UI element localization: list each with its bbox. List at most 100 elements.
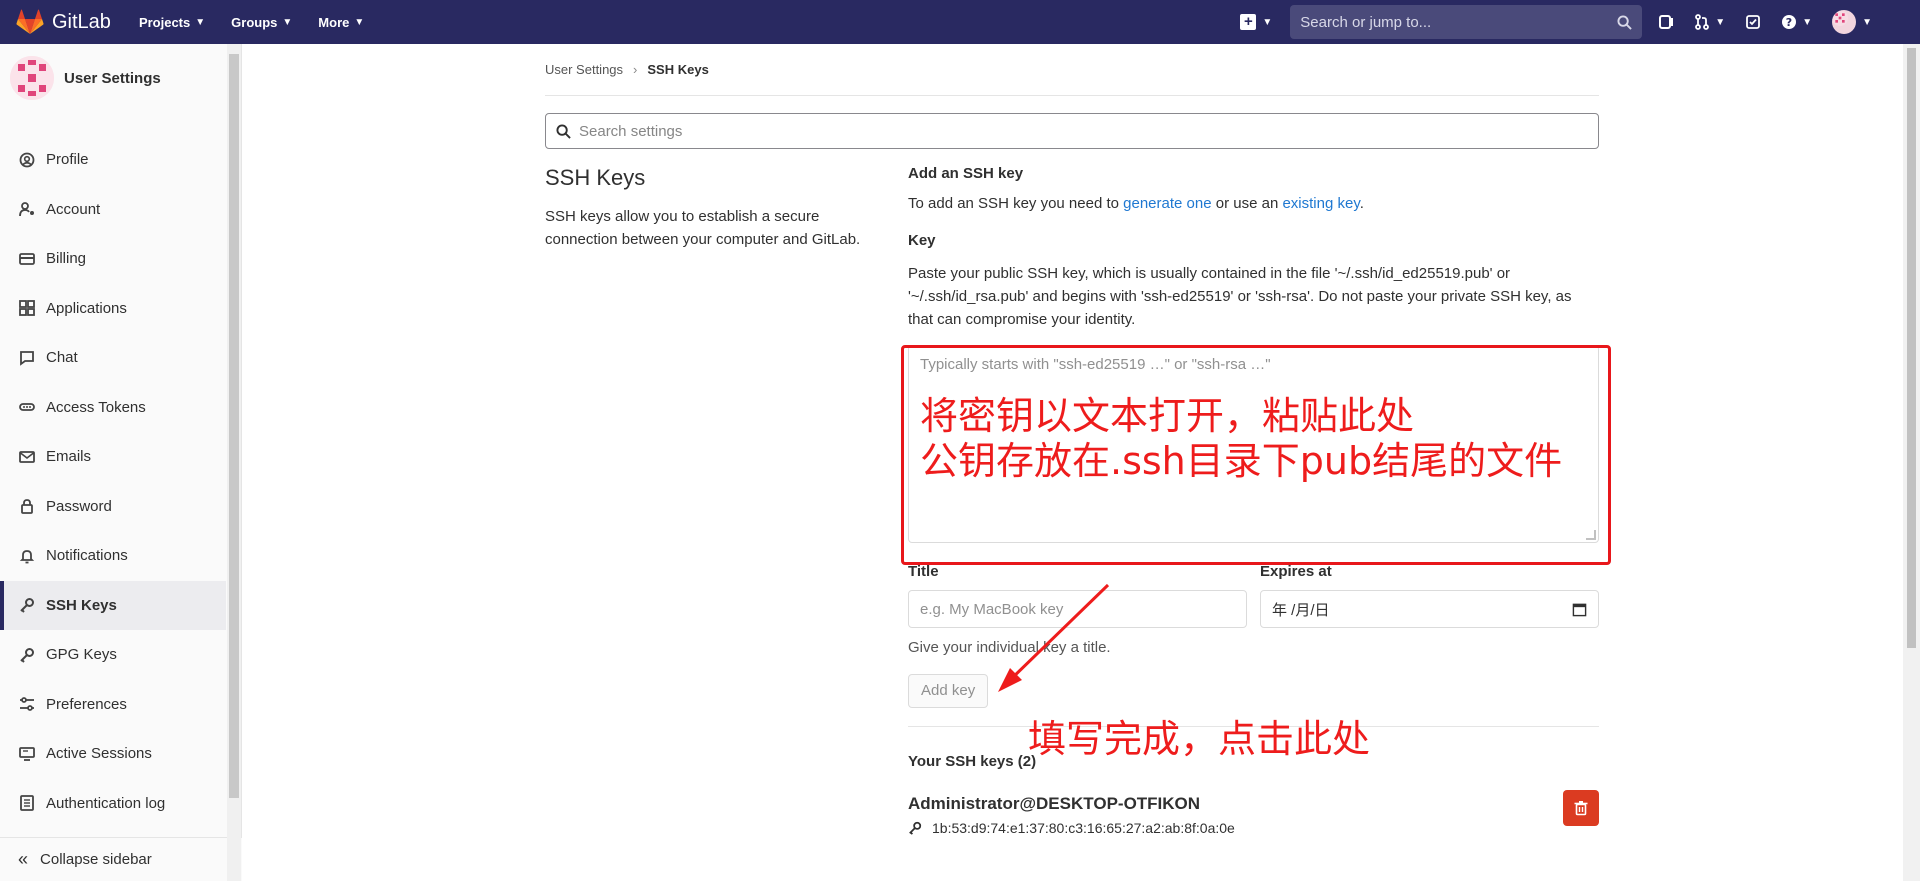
page-scrollbar[interactable] bbox=[1903, 44, 1920, 881]
delete-key-button[interactable] bbox=[1563, 790, 1599, 826]
sidebar-context-title: User Settings bbox=[64, 69, 161, 87]
calendar-icon[interactable] bbox=[1572, 602, 1587, 617]
preferences-icon bbox=[18, 695, 36, 713]
sidebar-item-active-sessions[interactable]: Active Sessions bbox=[0, 729, 226, 779]
sidebar-item-ssh-keys[interactable]: SSH Keys bbox=[0, 580, 226, 630]
add-key-text-after: . bbox=[1359, 195, 1364, 212]
new-item-dropdown[interactable]: + ▼ bbox=[1240, 7, 1272, 37]
sidebar-item-label: Notifications bbox=[46, 547, 128, 565]
svg-text:?: ? bbox=[1786, 16, 1792, 29]
global-search-input[interactable]: Search or jump to... bbox=[1290, 5, 1643, 39]
sidebar-item-applications[interactable]: Applications bbox=[0, 284, 226, 334]
existing-key-link[interactable]: existing key bbox=[1282, 195, 1359, 212]
profile-icon bbox=[18, 151, 36, 169]
chevron-down-icon: ▼ bbox=[1862, 16, 1872, 28]
ssh-key-fingerprint: 1b:53:d9:74:e1:37:80:c3:16:65:27:a2:ab:8… bbox=[932, 820, 1235, 836]
token-icon bbox=[18, 398, 36, 416]
sidebar-scrollbar[interactable] bbox=[227, 44, 241, 881]
collapse-sidebar-button[interactable]: « Collapse sidebar bbox=[0, 837, 242, 881]
sidebar-item-authentication-log[interactable]: Authentication log bbox=[0, 779, 226, 829]
nav-projects-label: Projects bbox=[138, 14, 191, 30]
key-icon bbox=[18, 646, 36, 664]
lock-icon bbox=[18, 497, 36, 515]
sidebar-item-notifications[interactable]: Notifications bbox=[0, 531, 226, 581]
chevron-down-icon: ▼ bbox=[195, 16, 206, 28]
main-content: User Settings › SSH Keys Search settings… bbox=[545, 44, 1599, 836]
page-scrollbar-thumb[interactable] bbox=[1907, 48, 1916, 648]
sidebar-nav-list: Profile Account Billing Applications Chat Acc… bbox=[0, 135, 226, 878]
breadcrumb-current[interactable]: SSH Keys bbox=[647, 62, 708, 77]
sidebar-item-label: Active Sessions bbox=[46, 745, 152, 763]
merge-requests-button[interactable]: ▼ bbox=[1694, 7, 1725, 37]
ssh-key-fingerprint-row: 1b:53:d9:74:e1:37:80:c3:16:65:27:a2:ab:8… bbox=[908, 820, 1599, 836]
sidebar-item-label: Chat bbox=[46, 349, 78, 367]
sidebar-item-label: Applications bbox=[46, 299, 127, 317]
sidebar-item-preferences[interactable]: Preferences bbox=[0, 680, 226, 730]
merge-request-icon bbox=[1695, 14, 1710, 30]
settings-search-input[interactable]: Search settings bbox=[545, 113, 1599, 149]
monitor-icon bbox=[18, 745, 36, 763]
title-input[interactable]: e.g. My MacBook key bbox=[908, 590, 1247, 628]
key-icon bbox=[18, 596, 36, 614]
gitlab-home-link[interactable]: GitLab bbox=[16, 9, 111, 35]
sidebar-item-billing[interactable]: Billing bbox=[0, 234, 226, 284]
issues-button[interactable] bbox=[1658, 7, 1674, 37]
ssh-key-row: Administrator@DESKTOP-OTFIKON 1b:53:d9:7… bbox=[908, 790, 1599, 836]
help-icon: ? bbox=[1782, 15, 1797, 29]
settings-sidebar: User Settings Profile Account Billing Appli… bbox=[0, 44, 242, 881]
nav-more-label: More bbox=[318, 14, 350, 30]
expires-date-value: 年 /月/日 bbox=[1272, 601, 1330, 619]
breadcrumb-parent[interactable]: User Settings bbox=[545, 62, 623, 77]
email-icon bbox=[18, 448, 36, 466]
generate-one-link[interactable]: generate one bbox=[1123, 195, 1211, 212]
global-search-placeholder: Search or jump to... bbox=[1300, 13, 1432, 31]
help-dropdown[interactable]: ? ▼ bbox=[1781, 7, 1812, 37]
chevron-down-icon: ▼ bbox=[282, 16, 293, 28]
sidebar-item-label: Billing bbox=[46, 250, 87, 268]
sidebar-item-label: Access Tokens bbox=[46, 398, 146, 416]
ssh-key-title[interactable]: Administrator@DESKTOP-OTFIKON bbox=[908, 794, 1599, 814]
sidebar-item-profile[interactable]: Profile bbox=[0, 135, 226, 185]
issues-icon bbox=[1659, 15, 1674, 29]
nav-groups[interactable]: Groups ▼ bbox=[231, 15, 292, 30]
key-label: Key bbox=[908, 232, 936, 249]
title-field-group: Title e.g. My MacBook key bbox=[908, 563, 1247, 628]
title-placeholder: e.g. My MacBook key bbox=[920, 600, 1064, 618]
sidebar-item-label: Account bbox=[46, 200, 101, 218]
expires-date-input[interactable]: 年 /月/日 bbox=[1260, 590, 1599, 628]
annotation-paste-instruction: 将密钥以文本打开，粘贴此处 公钥存放在.ssh目录下pub结尾的文件 bbox=[920, 394, 1562, 484]
bell-icon bbox=[18, 547, 36, 565]
add-key-button[interactable]: Add key bbox=[908, 674, 989, 708]
applications-icon bbox=[18, 299, 36, 317]
sidebar-scrollbar-thumb[interactable] bbox=[229, 54, 239, 798]
sidebar-item-chat[interactable]: Chat bbox=[0, 333, 226, 383]
expires-label: Expires at bbox=[1260, 563, 1332, 580]
sidebar-item-access-tokens[interactable]: Access Tokens bbox=[0, 383, 226, 433]
key-help-text: Paste your public SSH key, which is usua… bbox=[908, 265, 1572, 328]
chevron-down-icon: ▼ bbox=[1262, 16, 1273, 28]
sidebar-item-account[interactable]: Account bbox=[0, 185, 226, 235]
settings-search-placeholder: Search settings bbox=[579, 122, 683, 140]
sidebar-context-header[interactable]: User Settings bbox=[10, 56, 161, 100]
sidebar-item-label: Preferences bbox=[46, 695, 127, 713]
nav-more[interactable]: More ▼ bbox=[318, 15, 364, 30]
sidebar-item-label: Password bbox=[46, 497, 112, 515]
sidebar-item-emails[interactable]: Emails bbox=[0, 432, 226, 482]
log-icon bbox=[18, 794, 36, 812]
annotation-line-1: 将密钥以文本打开，粘贴此处 bbox=[920, 394, 1415, 438]
user-menu[interactable]: ▼ bbox=[1832, 7, 1872, 37]
todo-check-icon bbox=[1746, 15, 1761, 29]
todos-button[interactable] bbox=[1745, 7, 1761, 37]
collapse-sidebar-label: Collapse sidebar bbox=[40, 851, 152, 868]
nav-groups-label: Groups bbox=[231, 14, 278, 30]
section-intro: SSH Keys SSH keys allow you to establish… bbox=[545, 165, 885, 251]
double-chevron-left-icon: « bbox=[18, 849, 29, 869]
sidebar-item-gpg-keys[interactable]: GPG Keys bbox=[0, 630, 226, 680]
sidebar-item-password[interactable]: Password bbox=[0, 482, 226, 532]
nav-projects[interactable]: Projects ▼ bbox=[139, 15, 205, 30]
search-icon bbox=[556, 123, 571, 139]
key-icon bbox=[909, 821, 922, 835]
expires-field-group: Expires at 年 /月/日 bbox=[1260, 563, 1599, 628]
page-title: SSH Keys bbox=[545, 165, 646, 190]
resize-handle[interactable] bbox=[1586, 530, 1596, 540]
